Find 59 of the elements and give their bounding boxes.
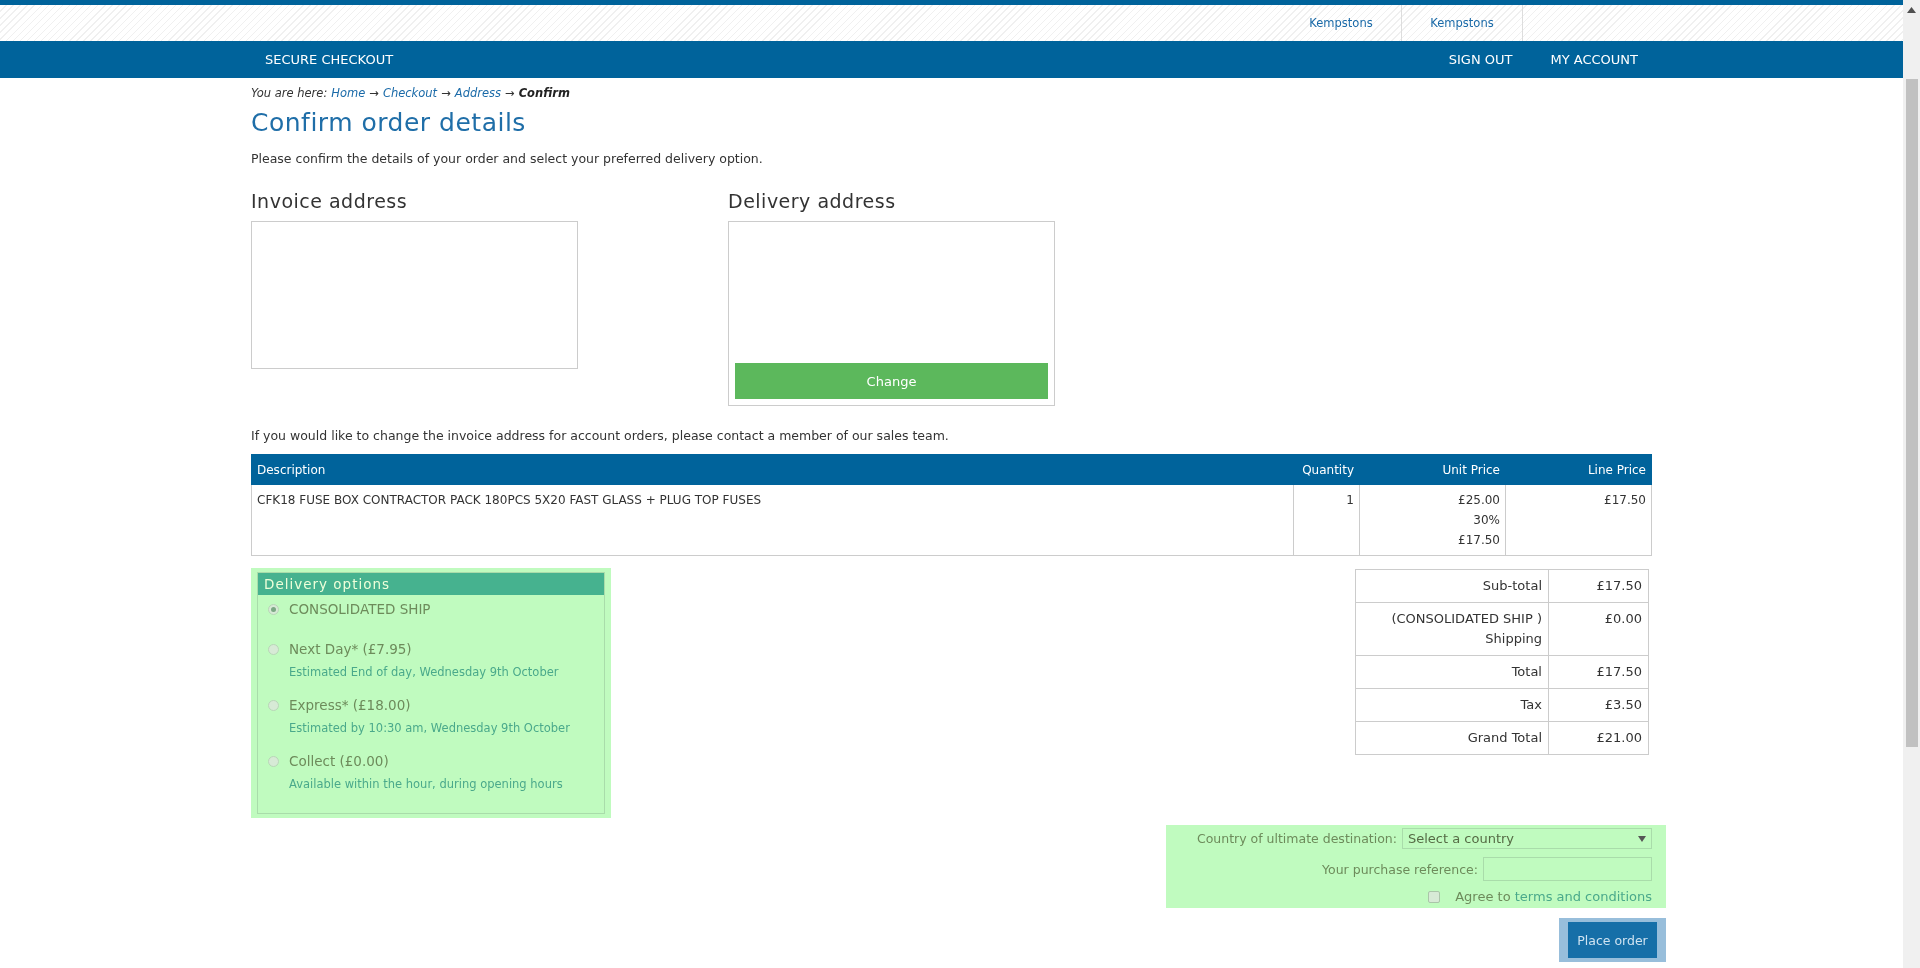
place-order-button[interactable]: Place order: [1568, 922, 1657, 958]
table-cell: £0.00: [1548, 602, 1649, 656]
breadcrumb-link[interactable]: Home: [331, 86, 366, 100]
breadcrumb-separator: →: [369, 86, 379, 100]
column-header: Description: [251, 454, 1294, 485]
table-cell: Tax: [1355, 688, 1549, 722]
breadcrumb-link[interactable]: Checkout: [382, 86, 438, 100]
breadcrumb-separator: →: [505, 86, 515, 100]
scrollbar-thumb[interactable]: [1905, 79, 1918, 747]
arrow-up-icon[interactable]: [1907, 7, 1916, 13]
section-heading: Invoice address: [251, 190, 409, 212]
change-button[interactable]: Change: [735, 363, 1048, 399]
delivery-option[interactable]: Collect (£0.00): [268, 753, 594, 769]
table-cell: £25.00 30% £17.50: [1359, 484, 1506, 556]
radio-button[interactable]: [268, 603, 279, 615]
agree-text: Agree to terms and conditions: [1455, 889, 1652, 904]
breadcrumb-current: Confirm: [518, 86, 570, 100]
option-note: Available within the hour, during opening hours: [289, 777, 564, 791]
input-field[interactable]: [1483, 857, 1652, 881]
table-cell: Grand Total: [1355, 721, 1549, 755]
radio-button[interactable]: [268, 699, 279, 711]
country-select[interactable]: Select a country: [1402, 828, 1652, 849]
field-label: Your purchase reference:: [1322, 861, 1478, 877]
delivery-option[interactable]: Next Day* (£7.95): [268, 641, 594, 657]
panel-title: Delivery options: [258, 573, 604, 595]
radio-button[interactable]: [268, 755, 279, 767]
invoice-note: If you would like to change the invoice address for account orders, please contact a member of our sales team.: [251, 428, 950, 443]
column-header: Line Price: [1505, 454, 1652, 485]
section-heading: Delivery address: [728, 190, 897, 212]
table-cell: Sub-total: [1355, 569, 1549, 603]
delivery-option[interactable]: CONSOLIDATED SHIP: [268, 601, 594, 617]
scrollbar[interactable]: [1903, 0, 1920, 968]
terms-link[interactable]: terms and conditions: [1514, 889, 1652, 904]
table-cell: (CONSOLIDATED SHIP ) Shipping: [1355, 602, 1549, 656]
checkbox[interactable]: [1428, 890, 1441, 903]
table-cell: £17.50: [1548, 655, 1649, 689]
table-cell: £3.50: [1548, 688, 1649, 722]
breadcrumb-link[interactable]: Address: [454, 86, 502, 100]
column-header: Quantity: [1293, 454, 1360, 485]
table-cell: 1: [1293, 484, 1360, 556]
option-note: Estimated End of day, Wednesday 9th October: [289, 665, 560, 679]
table-cell: Total: [1355, 655, 1549, 689]
table-cell: CFK18 FUSE BOX CONTRACTOR PACK 180PCS 5X20 FAST GLASS + PLUG TOP FUSES: [251, 484, 1294, 556]
column-header: Unit Price: [1359, 454, 1506, 485]
radio-button[interactable]: [268, 643, 279, 655]
nav-link[interactable]: SIGN OUT: [1448, 52, 1513, 67]
delivery-option[interactable]: Express* (£18.00): [268, 697, 594, 713]
nav-title: SECURE CHECKOUT: [265, 52, 395, 67]
table-cell: £17.50: [1505, 484, 1652, 556]
table-cell: £17.50: [1548, 569, 1649, 603]
table-cell: £21.00: [1548, 721, 1649, 755]
option-note: Estimated by 10:30 am, Wednesday 9th October: [289, 721, 571, 735]
breadcrumb-label: You are here:: [251, 86, 328, 100]
nav-link[interactable]: MY ACCOUNT: [1550, 52, 1638, 67]
breadcrumb-separator: →: [441, 86, 451, 100]
field-label: Country of ultimate destination:: [1196, 831, 1397, 846]
page-title: Confirm order details: [251, 108, 527, 137]
caret-icon: [1638, 835, 1646, 842]
intro-text: Please confirm the details of your order and select your preferred delivery option.: [251, 151, 764, 166]
